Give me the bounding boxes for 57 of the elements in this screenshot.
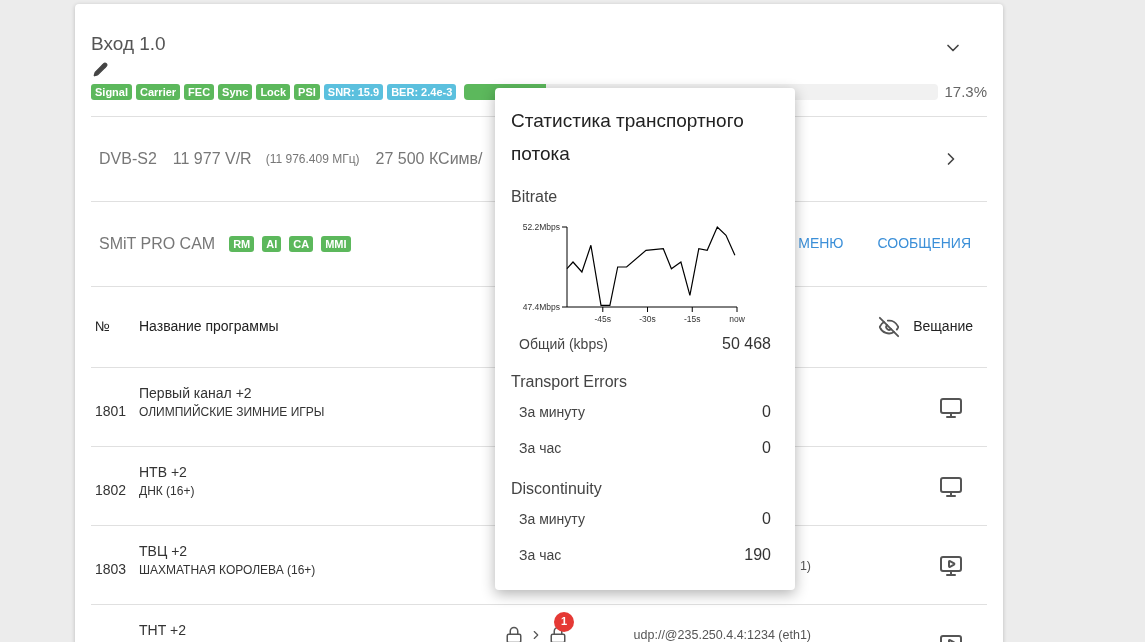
section-title: Discontinuity <box>511 479 603 499</box>
axis-label: -15s <box>684 314 701 324</box>
stat-label: За час <box>519 438 562 458</box>
table-cell-text: 1801 <box>94 401 128 421</box>
status-badge: Signal <box>91 84 132 101</box>
status-badge: BER: 2.4e-3 <box>387 84 457 101</box>
program-title: ШАХМАТНАЯ КОРОЛЕВА (16+) <box>139 561 317 579</box>
column-header: Вещание <box>913 317 973 336</box>
status-badge: AI <box>262 235 282 252</box>
axis-label: 47.4Mbps <box>522 302 560 312</box>
status-badge: Sync <box>218 84 253 101</box>
stat-label: Общий (kbps) <box>519 334 608 354</box>
standard-label: DVB-S2 <box>99 148 157 169</box>
axis-label: -30s <box>639 314 656 324</box>
progress-reading: 17.3% <box>944 82 987 102</box>
status-badge: FEC <box>184 84 215 101</box>
cam-name: SMiT PRO CAM <box>99 233 216 254</box>
frequency-label: 11 977 V/R <box>172 148 252 169</box>
stat-value: 190 <box>744 545 771 565</box>
symbol-rate-label: 27 500 КСимв/ <box>375 148 483 169</box>
table-cell-text: 1802 <box>94 480 128 500</box>
program-title: ДНК (16+) <box>139 482 196 500</box>
axis-label: now <box>729 314 745 324</box>
text-button[interactable]: СООБЩЕНИЯ <box>877 233 971 254</box>
channel-name: Первый канал +2 <box>139 383 253 403</box>
stat-value: 0 <box>762 402 771 422</box>
axis-label: 52.2Mbps <box>522 222 560 232</box>
popup-title: Статистика транспортного потока <box>511 109 745 166</box>
column-header: № <box>94 317 112 336</box>
status-badge: CA <box>289 235 314 252</box>
status-badge: Lock <box>256 84 291 101</box>
status-badge: PSI <box>294 84 320 101</box>
status-badge: SNR: 15.9 <box>323 84 384 101</box>
channel-name: НТВ +2 <box>139 462 188 482</box>
section-title: Transport Errors <box>511 372 628 392</box>
stat-value: 50 468 <box>722 334 771 354</box>
stat-value: 0 <box>762 509 771 529</box>
stat-label: За минуту <box>519 402 585 422</box>
exact-frequency-label: (11 976.409 МГц) <box>265 150 360 168</box>
stream-address: udp://@235.250.4.4:1234 (eth1) <box>633 627 811 642</box>
status-badge: RM <box>229 235 255 252</box>
text-button[interactable]: МЕНЮ <box>798 233 844 254</box>
channel-name: ТВЦ +2 <box>139 541 189 561</box>
stat-label: За час <box>519 545 562 565</box>
axis-label: -45s <box>594 314 612 324</box>
program-title: ОЛИМПИЙСКИЕ ЗИМНИЕ ИГРЫ <box>139 403 326 421</box>
input-title: Вход 1.0 <box>91 32 166 56</box>
table-cell-text: 1803 <box>94 559 128 579</box>
section-title: Bitrate <box>511 187 559 207</box>
stat-value: 0 <box>762 438 771 458</box>
stream-address: 1) <box>799 558 811 573</box>
alert-badge: 1 <box>554 611 574 632</box>
status-badge: MMI <box>321 235 351 252</box>
channel-name: ТНТ +2 <box>139 620 188 640</box>
status-badge: Carrier <box>136 84 181 101</box>
stat-label: За минуту <box>519 509 585 529</box>
column-header: Название программы <box>139 317 279 336</box>
